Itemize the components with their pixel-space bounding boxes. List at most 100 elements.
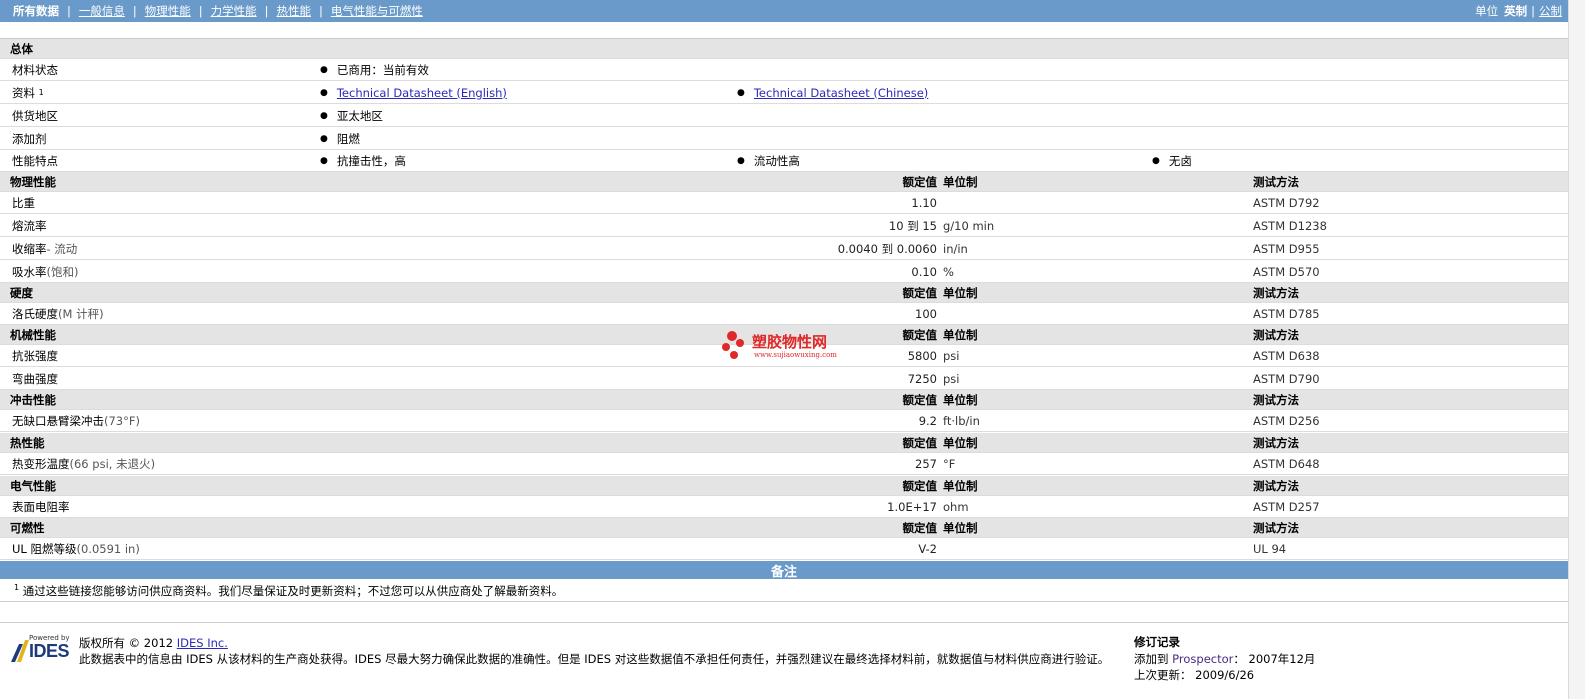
bullet-icon: ● — [320, 155, 328, 166]
nav-separator: | — [319, 4, 323, 18]
bullet-item: ● 抗撞击性，高 — [320, 150, 406, 171]
col-header-value: 额定值 — [902, 520, 938, 535]
prospector-label: Prospector — [1172, 652, 1234, 666]
section-header-general: 总体 — [0, 39, 1568, 59]
footnote-marker: 1 — [38, 88, 44, 97]
property-row: 弯曲强度 7250 psi ASTM D790 — [0, 368, 1568, 390]
property-row: 热变形温度 (66 psi, 未退火) 257 °F ASTM D648 — [0, 453, 1568, 475]
property-method: ASTM D785 — [1253, 306, 1320, 321]
col-header-method: 测试方法 — [1253, 327, 1299, 342]
datasheet-page: 所有数据 | 一般信息 | 物理性能 | 力学性能 | 热性能 | 电气性能与可… — [0, 0, 1568, 699]
property-unit: % — [943, 264, 954, 279]
scrollbar-track[interactable] — [1568, 0, 1585, 699]
property-unit: g/10 min — [943, 218, 995, 233]
property-unit: °F — [943, 456, 956, 471]
unit-metric[interactable]: 公制 — [1539, 3, 1562, 19]
datasheet-chinese-link[interactable]: Technical Datasheet (Chinese) — [754, 86, 928, 100]
property-condition: (73°F) — [104, 413, 140, 428]
tab-thermal[interactable]: 热性能 — [277, 3, 312, 19]
col-header-value: 额定值 — [902, 174, 938, 189]
property-label: UL 阻燃等级 (0.0591 in) — [12, 541, 140, 556]
property-method: ASTM D570 — [1253, 264, 1320, 279]
general-row-features: 性能特点 ● 抗撞击性，高 ● 流动性高 ● 无卤 — [0, 150, 1568, 172]
section-header: 电气性能 额定值 单位制 测试方法 — [0, 476, 1568, 496]
tab-mechanical[interactable]: 力学性能 — [211, 3, 257, 19]
property-method: UL 94 — [1253, 541, 1287, 556]
col-header-value: 额定值 — [902, 285, 938, 300]
property-condition: (66 psi, 未退火) — [69, 456, 156, 471]
property-label: 表面电阻率 — [12, 499, 70, 514]
bullet-item: ● 阻燃 — [320, 128, 360, 149]
general-row-status: 材料状态 ● 已商用：当前有效 — [0, 59, 1568, 81]
col-header-method: 测试方法 — [1253, 392, 1299, 407]
ides-logo: Powered by IDES — [9, 634, 71, 664]
bullet-icon: ● — [320, 110, 328, 121]
col-header-method: 测试方法 — [1253, 478, 1299, 493]
col-header-method: 测试方法 — [1253, 174, 1299, 189]
property-label: 无缺口悬臂梁冲击 (73°F) — [12, 413, 140, 428]
section-title: 电气性能 — [10, 478, 56, 493]
revision-updated: 上次更新： 2009/6/26 — [1134, 668, 1255, 682]
property-label: 抗张强度 — [12, 348, 58, 363]
property-label: 弯曲强度 — [12, 371, 58, 386]
property-unit: psi — [943, 348, 960, 363]
col-header-unit: 单位制 — [943, 285, 978, 300]
top-nav: 所有数据 | 一般信息 | 物理性能 | 力学性能 | 热性能 | 电气性能与可… — [0, 0, 1568, 22]
bullet-icon: ● — [1152, 155, 1160, 166]
footnote-marker: 1 — [14, 583, 20, 593]
bullet-icon: ● — [320, 87, 328, 98]
watermark-icon — [722, 331, 744, 359]
property-method: ASTM D648 — [1253, 456, 1320, 471]
col-header-value: 额定值 — [902, 435, 938, 450]
notes-header: 备注 — [0, 561, 1568, 580]
bullet-item: ● Technical Datasheet (English) — [320, 82, 507, 103]
tab-general-info[interactable]: 一般信息 — [79, 3, 125, 19]
unit-imperial[interactable]: 英制 — [1504, 3, 1527, 19]
bullet-text: 流动性高 — [753, 153, 800, 168]
tab-electrical-flammability[interactable]: 电气性能与可燃性 — [331, 3, 423, 19]
property-unit: psi — [943, 371, 960, 386]
nav-separator: | — [132, 4, 137, 18]
property-value: 100 — [915, 306, 937, 321]
property-method: ASTM D792 — [1253, 195, 1320, 210]
property-condition: (M 计秤) — [58, 306, 104, 321]
property-condition: (饱和) — [46, 264, 79, 279]
property-label: 洛氏硬度 (M 计秤) — [12, 306, 104, 321]
nav-separator: | — [67, 4, 71, 18]
tab-physical[interactable]: 物理性能 — [145, 3, 191, 19]
nav-separator: | — [264, 4, 269, 18]
col-header-unit: 单位制 — [943, 478, 978, 493]
col-header-value: 额定值 — [902, 478, 938, 493]
tab-all-data[interactable]: 所有数据 — [13, 3, 59, 19]
bullet-item: ● 已商用：当前有效 — [320, 59, 429, 80]
datasheet-english-link[interactable]: Technical Datasheet (English) — [337, 86, 507, 100]
property-condition: - 流动 — [46, 241, 78, 256]
property-row: 洛氏硬度 (M 计秤) 100 ASTM D785 — [0, 303, 1568, 325]
property-label: 熔流率 — [12, 218, 47, 233]
bullet-icon: ● — [320, 64, 328, 75]
section-header: 冲击性能 额定值 单位制 测试方法 — [0, 390, 1568, 410]
bullet-icon: ● — [320, 133, 328, 144]
col-header-unit: 单位制 — [943, 435, 978, 450]
bullet-item: ● 亚太地区 — [320, 105, 383, 126]
property-row: 表面电阻率 1.0E+17 ohm ASTM D257 — [0, 496, 1568, 518]
nav-separator: | — [198, 4, 203, 18]
property-label: 收缩率 - 流动 — [12, 241, 78, 256]
property-value: 9.2 — [918, 413, 937, 428]
property-row: 收缩率 - 流动 0.0040 到 0.0060 in/in ASTM D955 — [0, 238, 1568, 260]
unit-switcher: 单位 英制 | 公制 — [1475, 0, 1562, 22]
row-label: 性能特点 — [12, 153, 58, 168]
property-row: UL 阻燃等级 (0.0591 in) V-2 UL 94 — [0, 538, 1568, 560]
divider — [0, 622, 1568, 623]
property-value: V-2 — [918, 541, 937, 556]
property-row: 吸水率 (饱和) 0.10% ASTM D570 — [0, 261, 1568, 283]
ides-link[interactable]: IDES Inc. — [177, 636, 228, 650]
col-header-method: 测试方法 — [1253, 435, 1299, 450]
section-title: 硬度 — [10, 285, 33, 300]
bullet-icon: ● — [737, 155, 745, 166]
property-value: 7250 — [907, 371, 937, 386]
revision-title: 修订记录 — [1134, 635, 1180, 649]
row-label: 供货地区 — [12, 108, 58, 123]
col-header-unit: 单位制 — [943, 327, 978, 342]
property-value: 257 — [915, 456, 937, 471]
